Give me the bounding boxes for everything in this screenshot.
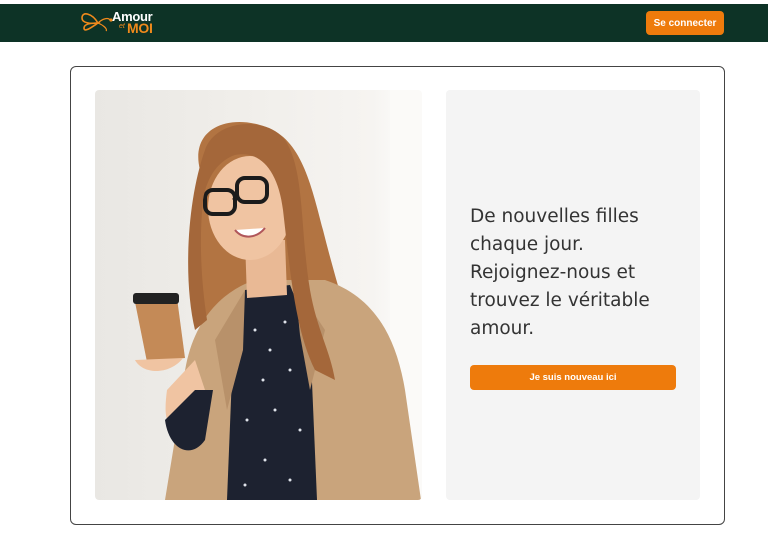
woman-with-coffee-image <box>133 90 422 500</box>
new-user-button[interactable]: Je suis nouveau ici <box>470 365 676 390</box>
top-edge-strip <box>0 0 768 4</box>
top-navigation-bar: Amour et MOI Se connecter <box>0 0 768 42</box>
login-button[interactable]: Se connecter <box>646 11 724 35</box>
butterfly-logo-icon <box>81 13 113 32</box>
hero-headline: De nouvelles filles chaque jour. Rejoign… <box>470 206 650 339</box>
site-logo[interactable]: Amour et MOI <box>80 9 170 37</box>
hero-photo <box>95 90 422 500</box>
logo-word-moi: MOI <box>127 20 153 36</box>
logo-word-et: et <box>119 23 125 30</box>
